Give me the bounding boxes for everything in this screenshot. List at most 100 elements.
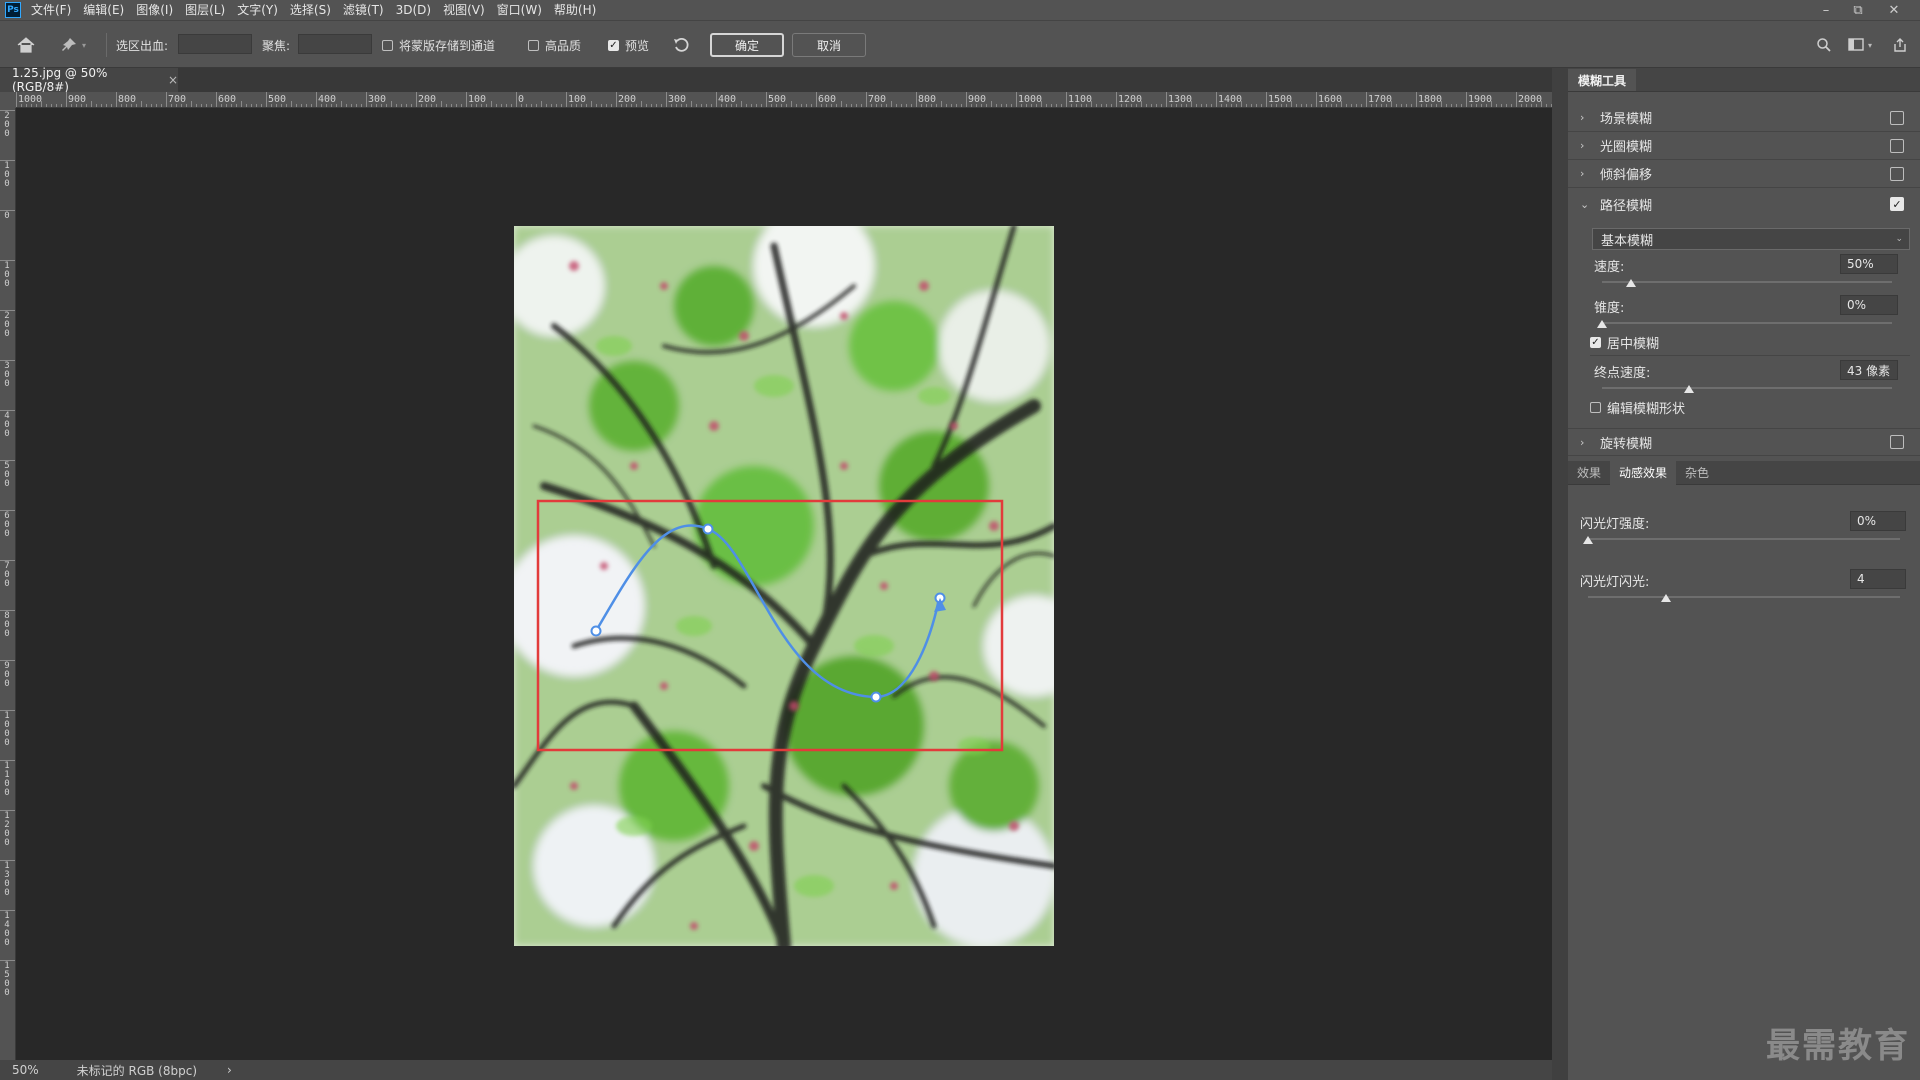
edit-blur-shape-checkbox-box[interactable]	[1590, 402, 1601, 413]
workspace-button[interactable]: ▾	[1848, 35, 1872, 55]
ruler-tick	[466, 92, 467, 107]
ok-button[interactable]: 确定	[710, 33, 784, 57]
end-speed-label: 终点速度:	[1594, 366, 1651, 381]
speed-slider-thumb[interactable]	[1626, 279, 1636, 287]
menu-item-1[interactable]: 编辑(E)	[77, 0, 130, 20]
ruler-minor-tick	[961, 104, 962, 107]
zoom-level[interactable]: 50%	[12, 1063, 39, 1077]
focus-input[interactable]	[298, 34, 372, 54]
strobe-flashes-input[interactable]: 4	[1850, 569, 1906, 589]
chevron-down-icon: ⌄	[1895, 234, 1903, 244]
close-button[interactable]: ✕	[1880, 0, 1908, 20]
close-tab-icon[interactable]: ×	[168, 73, 178, 87]
ruler-tick	[1416, 92, 1417, 107]
status-menu-arrow-icon[interactable]: ›	[227, 1063, 232, 1077]
ruler-minor-tick	[1051, 104, 1052, 107]
section-iris-blur-checkbox[interactable]	[1890, 138, 1904, 153]
section-path-blur[interactable]: ⌄ 路径模糊 ✓	[1568, 190, 1920, 218]
menu-item-4[interactable]: 文字(Y)	[231, 0, 284, 20]
ruler-minor-tick	[361, 104, 362, 107]
strobe-flashes-slider-track[interactable]	[1588, 596, 1900, 598]
ruler-minor-tick	[86, 104, 87, 107]
strobe-strength-slider-track[interactable]	[1588, 538, 1900, 540]
home-button[interactable]	[16, 35, 36, 55]
preview-checkbox[interactable]: ✓ 预览	[608, 35, 649, 55]
ruler-minor-tick	[1411, 104, 1412, 107]
centered-blur-checkbox[interactable]: ✓ 居中模糊	[1590, 333, 1659, 352]
high-quality-checkbox-box[interactable]	[528, 39, 539, 51]
section-tilt-shift[interactable]: › 倾斜偏移	[1568, 160, 1920, 188]
end-speed-slider-thumb[interactable]	[1684, 385, 1694, 393]
save-mask-checkbox[interactable]: 将蒙版存储到通道	[382, 35, 495, 55]
menu-item-0[interactable]: 文件(F)	[25, 0, 77, 20]
section-tilt-shift-checkbox[interactable]	[1890, 166, 1904, 181]
menu-item-3[interactable]: 图层(L)	[179, 0, 231, 20]
horizontal-ruler[interactable]: 1000 900 800 700 600 500 400 300 200 100 0 100 200 30…	[16, 92, 1552, 108]
centered-blur-checkbox-box[interactable]: ✓	[1590, 337, 1601, 348]
document-tab-title: 1.25.jpg @ 50%(RGB/8#)	[12, 66, 108, 94]
taper-input[interactable]: 0%	[1840, 295, 1898, 315]
section-spin-blur-checkbox[interactable]	[1890, 435, 1904, 449]
strobe-strength-input[interactable]: 0%	[1850, 511, 1906, 531]
tab-motion-effects[interactable]: 动感效果	[1610, 460, 1677, 485]
ruler-label: 500	[268, 94, 287, 105]
restore-button[interactable]: ⧉	[1844, 0, 1872, 20]
ruler-minor-tick	[191, 101, 192, 107]
strobe-flashes-slider-thumb[interactable]	[1661, 594, 1671, 602]
ruler-tick	[566, 92, 567, 107]
ruler-minor-tick	[486, 104, 487, 107]
ruler-minor-tick	[956, 104, 957, 107]
menu-item-8[interactable]: 视图(V)	[437, 0, 491, 20]
save-mask-checkbox-box[interactable]	[382, 39, 393, 51]
document-tab[interactable]: 1.25.jpg @ 50%(RGB/8#) ×	[0, 66, 178, 94]
section-iris-blur[interactable]: › 光圈模糊	[1568, 132, 1920, 160]
end-speed-input[interactable]: 43 像素	[1840, 360, 1898, 380]
menu-item-7[interactable]: 3D(D)	[390, 0, 437, 20]
edit-blur-shape-checkbox[interactable]: 编辑模糊形状	[1590, 398, 1685, 417]
vertical-ruler[interactable]: 2 0 0 1 0 0 0 1 0 0 2 0 0 3 0 0 4 0 0 5 0 0 6 0 …	[0, 108, 16, 1060]
tab-effects[interactable]: 效果	[1568, 461, 1610, 485]
section-field-blur-checkbox[interactable]	[1890, 110, 1904, 125]
section-field-blur[interactable]: › 场景模糊	[1568, 104, 1920, 132]
ruler-label: 1 0 0	[4, 161, 10, 189]
menu-item-10[interactable]: 帮助(H)	[548, 0, 602, 20]
minimize-button[interactable]: –	[1812, 0, 1840, 20]
path-control-point[interactable]	[870, 691, 882, 703]
ruler-label: 1400	[1218, 94, 1243, 105]
ruler-tick	[1516, 92, 1517, 107]
blur-mode-dropdown[interactable]: 基本模糊 ⌄	[1592, 228, 1910, 250]
speed-input[interactable]: 50%	[1840, 254, 1898, 274]
share-button[interactable]	[1892, 35, 1908, 55]
ruler-minor-tick	[1161, 104, 1162, 107]
taper-slider-track[interactable]	[1602, 322, 1892, 324]
ruler-label: 400	[318, 94, 337, 105]
menu-item-6[interactable]: 滤镜(T)	[337, 0, 390, 20]
ruler-minor-tick	[551, 104, 552, 107]
preview-checkbox-box[interactable]: ✓	[608, 39, 619, 51]
ruler-tick	[766, 92, 767, 107]
section-path-blur-checkbox[interactable]: ✓	[1890, 197, 1904, 211]
panel-tab-blur-tools[interactable]: 模糊工具	[1568, 69, 1637, 91]
pin-tool-button[interactable]: ▾	[60, 35, 86, 55]
taper-slider-thumb[interactable]	[1597, 320, 1607, 328]
tab-noise[interactable]: 杂色	[1676, 461, 1718, 485]
ruler-minor-tick	[1511, 104, 1512, 107]
ruler-label: 6 0 0	[4, 511, 10, 539]
end-speed-slider-track[interactable]	[1602, 387, 1892, 389]
ruler-label: 200	[418, 94, 437, 105]
high-quality-checkbox[interactable]: 高品质	[528, 35, 581, 55]
reset-button[interactable]	[672, 35, 690, 55]
menu-item-9[interactable]: 窗口(W)	[491, 0, 548, 20]
selection-bleed-input[interactable]	[178, 34, 252, 54]
speed-slider-track[interactable]	[1602, 281, 1892, 283]
menu-item-5[interactable]: 选择(S)	[284, 0, 337, 20]
strobe-strength-slider-thumb[interactable]	[1583, 536, 1593, 544]
document-image[interactable]	[514, 226, 1054, 946]
path-control-point[interactable]	[702, 523, 714, 535]
cancel-button[interactable]: 取消	[792, 33, 866, 57]
path-start-point[interactable]	[590, 625, 602, 637]
search-button[interactable]	[1816, 35, 1832, 55]
section-spin-blur[interactable]: › 旋转模糊	[1568, 428, 1920, 456]
menu-item-2[interactable]: 图像(I)	[130, 0, 179, 20]
ruler-tick	[1116, 92, 1117, 107]
